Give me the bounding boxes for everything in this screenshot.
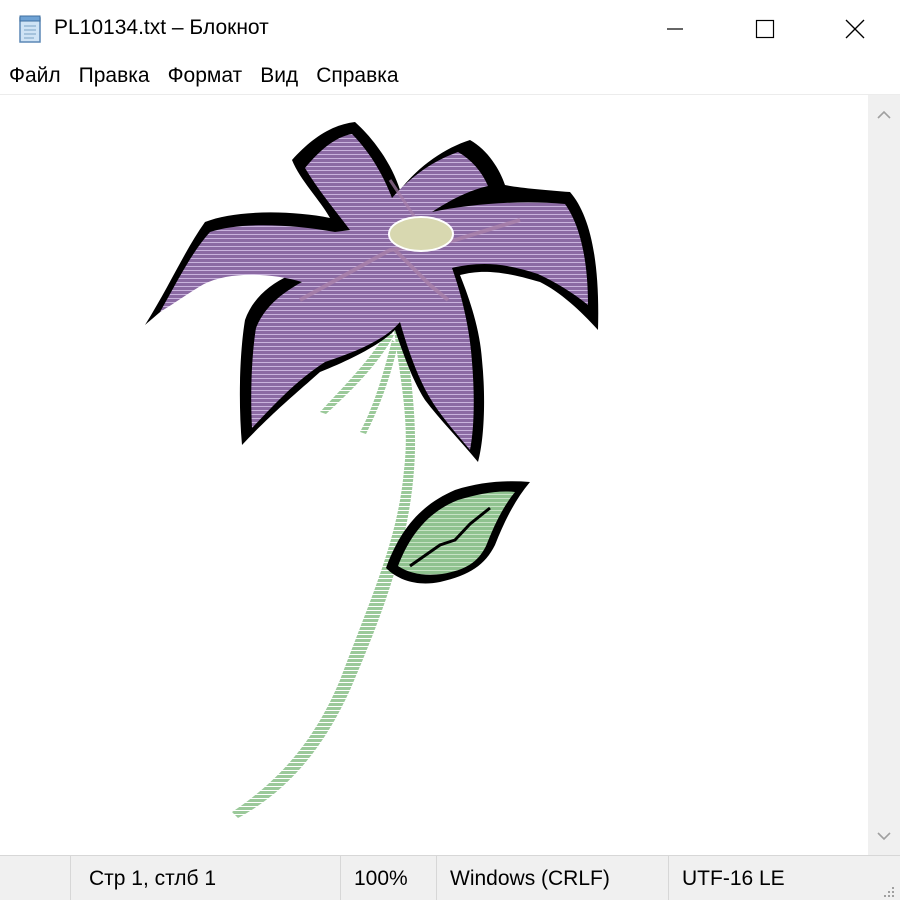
chevron-up-icon — [877, 110, 891, 119]
menu-format[interactable]: Формат — [159, 58, 252, 94]
resize-grip-icon[interactable] — [880, 881, 896, 897]
scroll-up-button[interactable] — [868, 97, 900, 131]
close-icon — [845, 19, 865, 39]
menu-file[interactable]: Файл — [0, 58, 70, 94]
window-title: PL10134.txt – Блокнот — [54, 16, 269, 39]
status-zoom: 100% — [340, 856, 436, 900]
notepad-window: PL10134.txt – Блокнот Файл Правка Формат… — [0, 0, 900, 900]
maximize-button[interactable] — [720, 0, 810, 58]
minimize-button[interactable] — [630, 0, 720, 58]
menu-edit[interactable]: Правка — [70, 58, 159, 94]
text-editor-area[interactable] — [0, 95, 868, 855]
menu-bar: Файл Правка Формат Вид Справка — [0, 58, 900, 95]
menu-view[interactable]: Вид — [251, 58, 307, 94]
menu-help[interactable]: Справка — [307, 58, 407, 94]
ascii-art-flower — [145, 122, 599, 818]
chevron-down-icon — [877, 832, 891, 841]
vertical-scrollbar[interactable] — [868, 95, 900, 855]
status-encoding: UTF-16 LE — [668, 856, 900, 900]
maximize-icon — [755, 19, 775, 39]
minimize-icon — [667, 28, 683, 30]
title-bar[interactable]: PL10134.txt – Блокнот — [0, 0, 900, 58]
status-cursor-position: Стр 1, стлб 1 — [70, 856, 340, 900]
status-bar: Стр 1, стлб 1 100% Windows (CRLF) UTF-16… — [0, 855, 900, 900]
notepad-icon — [16, 14, 46, 44]
scroll-down-button[interactable] — [868, 819, 900, 853]
close-button[interactable] — [810, 0, 900, 58]
status-line-endings: Windows (CRLF) — [436, 856, 668, 900]
